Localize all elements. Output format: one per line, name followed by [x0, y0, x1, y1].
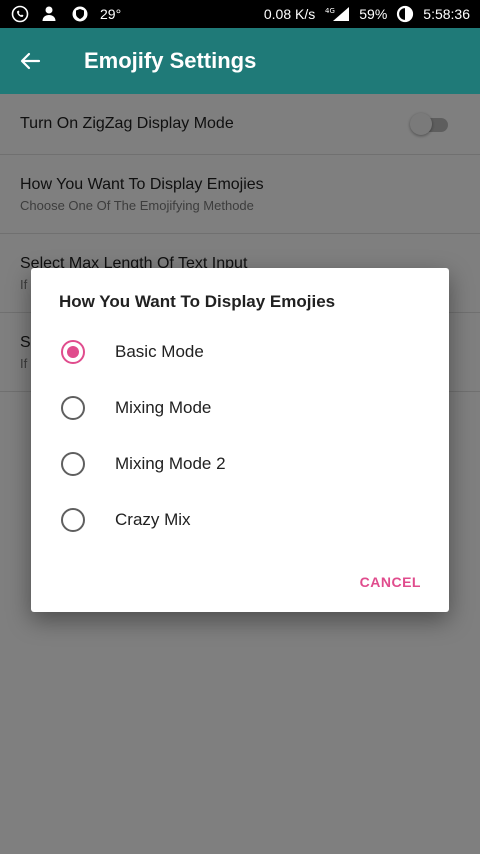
radio-group: Basic Mode Mixing Mode Mixing Mode 2 Cra…	[31, 324, 449, 548]
arrow-left-icon	[20, 52, 41, 70]
shield-icon	[70, 4, 90, 24]
page-title: Emojify Settings	[84, 48, 257, 73]
radio-unselected-icon[interactable]	[61, 396, 85, 420]
radio-selected-icon[interactable]	[61, 340, 85, 364]
dialog-title: How You Want To Display Emojies	[59, 292, 336, 311]
option-label: Basic Mode	[115, 342, 204, 361]
option-mixing-mode-2[interactable]: Mixing Mode 2	[31, 436, 449, 492]
battery-ring-icon	[395, 4, 415, 24]
status-left: 29°	[0, 4, 121, 24]
option-crazy-mix[interactable]: Crazy Mix	[31, 492, 449, 548]
radio-unselected-icon[interactable]	[61, 508, 85, 532]
svg-text:4G: 4G	[325, 7, 335, 15]
clock: 5:58:36	[423, 6, 470, 22]
cancel-button[interactable]: CANCEL	[360, 574, 421, 590]
option-label: Mixing Mode 2	[115, 454, 226, 473]
person-icon	[40, 4, 60, 24]
radio-ring	[61, 508, 85, 532]
back-button[interactable]	[0, 28, 60, 94]
option-mixing-mode[interactable]: Mixing Mode	[31, 380, 449, 436]
network-speed: 0.08 K/s	[263, 6, 316, 22]
temperature: 29°	[100, 6, 122, 22]
display-mode-dialog: How You Want To Display Emojies Basic Mo…	[31, 268, 449, 612]
battery-percent: 59%	[359, 6, 388, 22]
signal-icon: 4G	[323, 4, 351, 24]
app-bar: Emojify Settings	[0, 28, 480, 94]
radio-ring	[61, 452, 85, 476]
radio-dot	[67, 346, 79, 358]
status-bar: 29° 0.08 K/s 4G 59% 5:58:36	[0, 0, 480, 28]
status-right: 0.08 K/s 4G 59% 5:58:36	[264, 4, 480, 24]
option-label: Crazy Mix	[115, 510, 191, 529]
radio-ring	[61, 396, 85, 420]
radio-unselected-icon[interactable]	[61, 452, 85, 476]
option-basic-mode[interactable]: Basic Mode	[31, 324, 449, 380]
whatsapp-icon	[10, 4, 30, 24]
option-label: Mixing Mode	[115, 398, 212, 417]
